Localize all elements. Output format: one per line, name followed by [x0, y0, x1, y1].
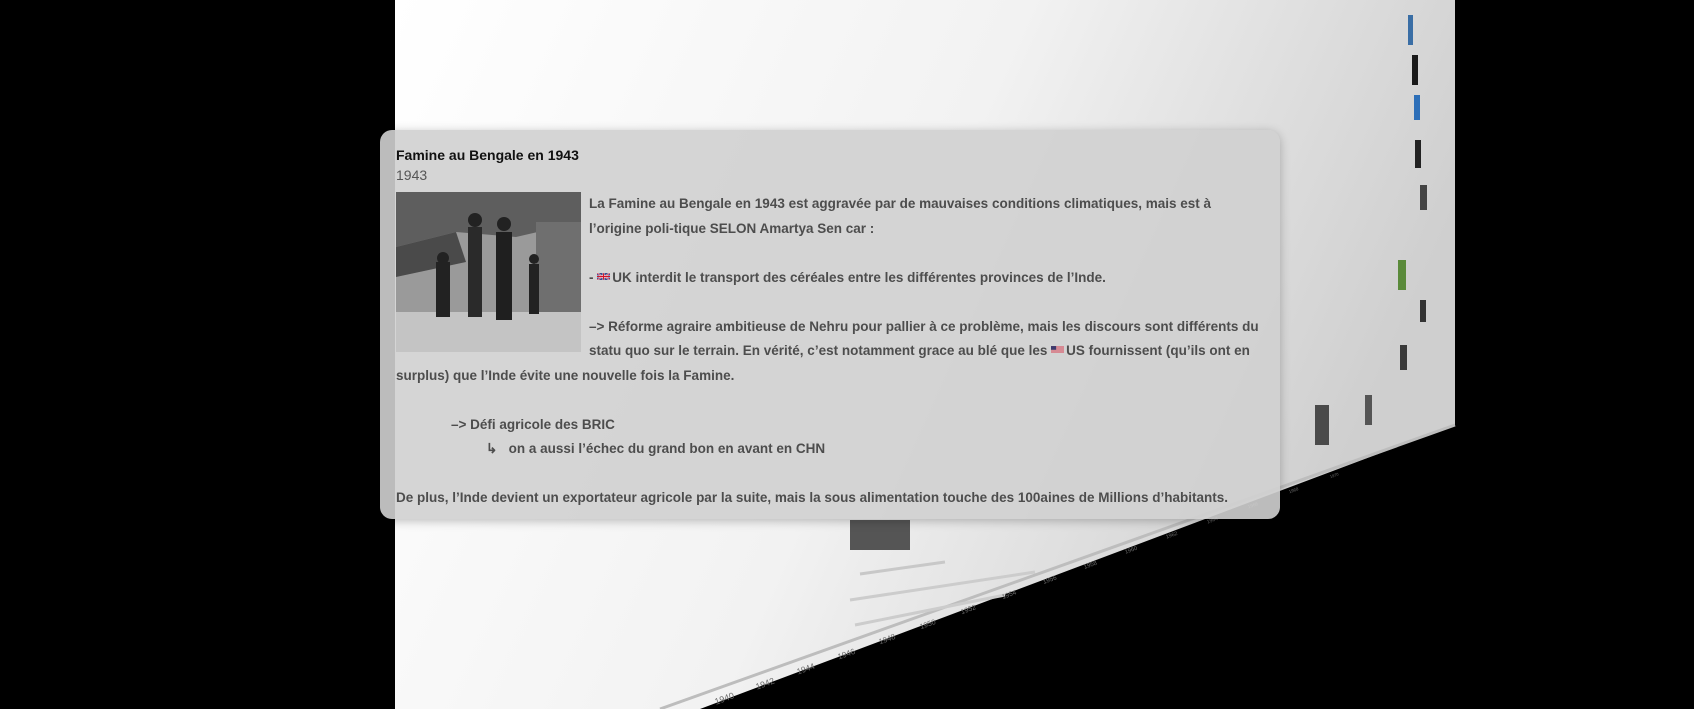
paragraph-6: De plus, l’Inde devient un exportateur a…	[396, 490, 1228, 505]
paragraph-2-prefix: -	[589, 269, 598, 285]
far-thumb-5	[1420, 185, 1427, 210]
far-thumb-6	[1398, 260, 1406, 290]
ghost-event-photo	[850, 520, 910, 550]
event-description: La Famine au Bengale en 1943 est aggravé…	[396, 192, 1264, 511]
paragraph-5: ↳ on a aussi l’échec du grand bon en ava…	[396, 437, 1264, 462]
us-flag-icon	[1051, 346, 1065, 353]
far-thumb-4	[1415, 140, 1421, 168]
paragraph-2-text: UK interdit le transport des céréales en…	[612, 269, 1106, 285]
uk-flag-icon	[597, 272, 611, 280]
event-photo[interactable]	[396, 192, 581, 352]
event-title: Famine au Bengale en 1943	[396, 147, 579, 163]
event-card[interactable]: Famine au Bengale en 1943 1943 La Famine…	[380, 130, 1280, 519]
famine-photo-image	[396, 192, 581, 352]
far-thumb-2	[1412, 55, 1418, 85]
return-arrow-icon: ↳	[486, 441, 498, 456]
paragraph-4: –> Défi agricole des BRIC	[451, 416, 615, 432]
far-thumb-10	[1365, 395, 1372, 425]
event-year: 1943	[396, 167, 428, 183]
paragraph-5-text: on a aussi l’échec du grand bon en avant…	[508, 441, 826, 456]
far-thumb-7	[1420, 300, 1426, 322]
far-thumb-8	[1400, 345, 1407, 370]
far-thumb-9	[1315, 405, 1329, 445]
far-thumb-1	[1408, 15, 1413, 45]
far-thumb-3	[1414, 95, 1420, 120]
